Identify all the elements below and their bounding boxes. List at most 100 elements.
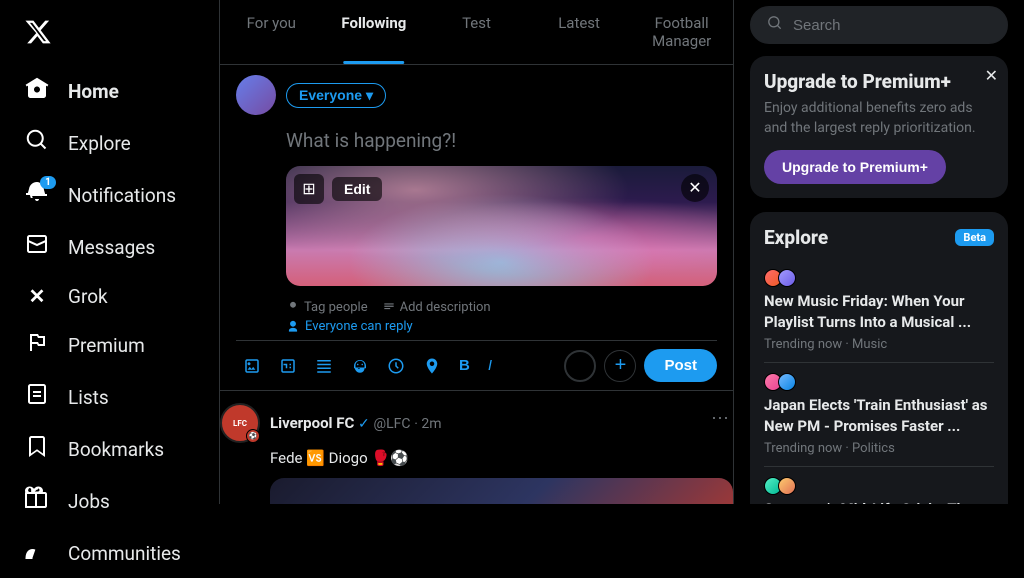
tweet-item: LFC ⚽ Liverpool FC ✓ @LFC · 2m ··· Fede … [220,391,733,504]
lists-icon [24,382,50,412]
beta-badge: Beta [955,229,994,246]
toolbar-right: + Post [564,349,717,382]
plus-button[interactable]: + [604,350,636,382]
image-edit-button[interactable]: Edit [332,177,382,201]
gif-button[interactable] [272,350,304,382]
sidebar-item-label-grok: Grok [68,285,108,308]
sidebar-item-notifications[interactable]: Notifications 1 [12,170,207,220]
tab-test[interactable]: Test [425,0,528,64]
location-button[interactable] [416,350,448,382]
trend-title-0: New Music Friday: When Your Playlist Tur… [764,291,994,333]
trend-meta-0: Trending now · Music [764,337,994,352]
sidebar-item-label-bookmarks: Bookmarks [68,438,164,461]
tweet-user: LFC ⚽ Liverpool FC ✓ @LFC · 2m [220,403,442,443]
upgrade-button[interactable]: Upgrade to Premium+ [764,150,946,184]
tweet-name: Liverpool FC [270,414,354,432]
trend-title-1: Japan Elects 'Train Enthusiast' as New P… [764,395,994,437]
tweet-handle: @LFC [374,416,411,432]
trend-meta-1: Trending now · Politics [764,441,994,456]
schedule-button[interactable] [380,350,412,382]
premium-desc: Enjoy additional benefits zero ads and t… [764,99,994,138]
compose-meta: Tag people Add description [236,294,717,315]
circle-button[interactable] [564,350,596,382]
tweet-time: · 2m [414,416,441,432]
italic-button[interactable]: I [481,350,499,381]
right-panel: ✕ Upgrade to Premium+ Enjoy additional b… [734,0,1024,504]
jobs-icon [24,486,50,516]
image-grid-button[interactable]: ⊞ [294,174,324,204]
emoji-button[interactable] [344,350,376,382]
notification-badge: 1 [40,176,56,189]
trend-item-2[interactable]: Samsung's Mid-Life Crisis: The Galaxy S2… [764,467,994,504]
sidebar-item-label-messages: Messages [68,236,155,259]
communities-icon [24,538,50,568]
sidebar-item-label-explore: Explore [68,132,131,155]
tweet-text: Fede 🆚 Diogo 🥊⚽ [220,447,733,470]
sidebar-item-bookmarks[interactable]: Bookmarks [12,424,207,474]
tab-football-manager[interactable]: Football Manager [630,0,733,64]
sidebar-item-label-lists: Lists [68,386,109,409]
tab-following[interactable]: Following [323,0,426,64]
search-bar[interactable] [750,6,1008,44]
sidebar-item-label-notifications: Notifications [68,184,176,207]
premium-icon [24,330,50,360]
tweet-user-info: Liverpool FC ✓ @LFC · 2m [270,414,442,432]
trend-item-0[interactable]: New Music Friday: When Your Playlist Tur… [764,259,994,363]
tweet-avatar: LFC ⚽ [220,403,260,443]
add-description-button[interactable]: Add description [382,300,491,315]
sidebar-item-lists[interactable]: Lists [12,372,207,422]
trend-item-1[interactable]: Japan Elects 'Train Enthusiast' as New P… [764,363,994,467]
search-input[interactable] [793,17,992,34]
feed-tabs: For you Following Test Latest Football M… [220,0,733,65]
premium-card: ✕ Upgrade to Premium+ Enjoy additional b… [750,56,1008,198]
chevron-down-icon: ▾ [366,87,373,104]
sidebar-item-explore[interactable]: Explore [12,118,207,168]
tweet-media: LFC. [270,478,733,505]
close-premium-button[interactable]: ✕ [985,66,998,86]
post-button[interactable]: Post [644,349,717,382]
tweet-header: LFC ⚽ Liverpool FC ✓ @LFC · 2m ··· [220,403,733,443]
compose-toolbar: B I + Post [236,340,717,382]
sidebar: Home Explore Notifications 1 Messages ✕ … [0,0,220,504]
audience-label: Everyone [299,87,362,103]
explore-title: Explore [764,226,828,249]
premium-title: Upgrade to Premium+ [764,70,994,93]
toolbar-icons: B I [236,350,564,382]
logo[interactable] [12,8,207,64]
sidebar-item-label-home: Home [68,80,119,103]
sidebar-item-jobs[interactable]: Jobs [12,476,207,526]
list-button[interactable] [308,350,340,382]
lfc-badge: ⚽ [246,429,260,443]
explore-icon [24,128,50,158]
bold-button[interactable]: B [452,350,477,381]
audience-button[interactable]: Everyone ▾ [286,83,386,108]
tag-people-button[interactable]: Tag people [286,300,368,315]
sidebar-item-communities[interactable]: Communities [12,528,207,578]
sidebar-item-label-premium: Premium [68,334,145,357]
bookmark-icon [24,434,50,464]
trend-title-2: Samsung's Mid-Life Crisis: The Galaxy S2… [764,499,994,504]
tweet-more-button[interactable]: ··· [707,403,733,432]
compose-image: ⊞ Edit ✕ [286,166,717,286]
sidebar-item-label-communities: Communities [68,542,181,565]
compose-placeholder[interactable]: What is happening?! [236,123,717,158]
tab-for-you[interactable]: For you [220,0,323,64]
image-edit-bar: ⊞ Edit [294,174,382,204]
image-close-button[interactable]: ✕ [681,174,709,202]
sidebar-item-premium[interactable]: Premium [12,320,207,370]
verified-icon: ✓ [358,416,370,432]
sidebar-item-messages[interactable]: Messages [12,222,207,272]
grok-icon: ✕ [24,284,50,308]
tab-latest[interactable]: Latest [528,0,631,64]
sidebar-item-home[interactable]: Home [12,66,207,116]
mail-icon [24,232,50,262]
sidebar-item-grok[interactable]: ✕ Grok [12,274,207,318]
main-feed: For you Following Test Latest Football M… [220,0,734,504]
user-avatar [236,75,276,115]
compose-top: Everyone ▾ [236,75,717,115]
media-button[interactable] [236,350,268,382]
explore-card: Explore Beta New Music Friday: When Your… [750,212,1008,504]
compose-area: Everyone ▾ What is happening?! ⊞ Edit ✕ … [220,65,733,391]
sidebar-item-label-jobs: Jobs [68,490,110,513]
everyone-reply[interactable]: Everyone can reply [286,319,717,334]
